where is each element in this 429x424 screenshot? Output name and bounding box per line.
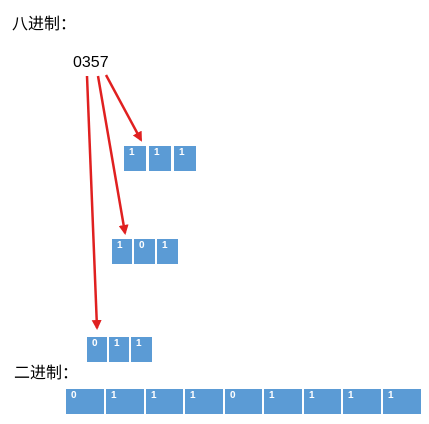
binary-bit-cell: 1 bbox=[343, 389, 381, 414]
binary-bit-cell: 1 bbox=[264, 389, 302, 414]
bit-cell: 0 bbox=[87, 337, 107, 362]
arrow-digit-7 bbox=[104, 74, 143, 142]
binary-bit-cell: 1 bbox=[383, 389, 421, 414]
binary-bit-cell: 1 bbox=[185, 389, 223, 414]
binary-bit-cell: 1 bbox=[146, 389, 183, 414]
bit-cell: 1 bbox=[157, 239, 178, 264]
binary-heading: 二进制： bbox=[14, 363, 79, 382]
arrow-digit-5 bbox=[96, 75, 129, 235]
bit-cell: 1 bbox=[109, 337, 129, 362]
bit-cell: 1 bbox=[174, 146, 196, 171]
binary-bit-cell: 0 bbox=[225, 389, 262, 414]
arrow-digit-3 bbox=[85, 75, 102, 330]
binary-bit-cell: 1 bbox=[106, 389, 144, 414]
binary-bit-cell: 0 bbox=[66, 389, 104, 414]
bit-cell: 1 bbox=[124, 146, 146, 171]
binary-bit-cell: 1 bbox=[304, 389, 341, 414]
bit-cell: 1 bbox=[112, 239, 132, 264]
bit-cell: 1 bbox=[131, 337, 152, 362]
bit-cell: 1 bbox=[149, 146, 171, 171]
bit-cell: 0 bbox=[134, 239, 155, 264]
